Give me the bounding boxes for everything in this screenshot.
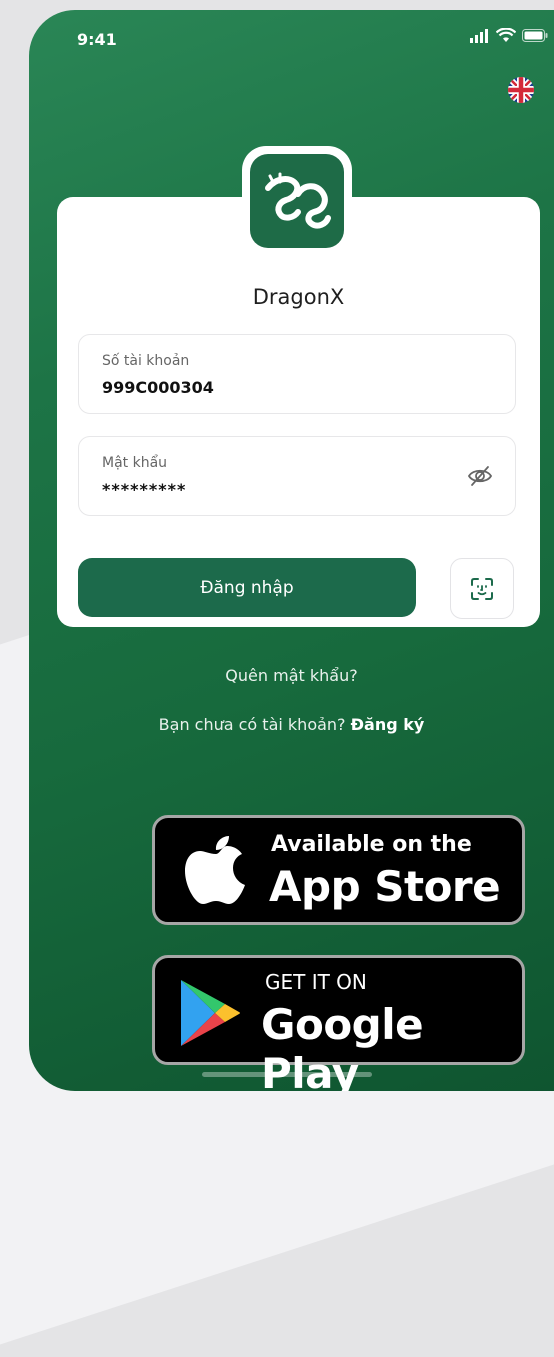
app-logo (242, 146, 352, 256)
eye-off-icon[interactable] (467, 463, 493, 489)
account-field[interactable]: Số tài khoản 999C000304 (78, 334, 516, 414)
apple-icon (185, 836, 245, 904)
status-bar: 9:41 (29, 10, 554, 70)
google-play-badge[interactable]: GET IT ON Google Play (152, 955, 525, 1091)
status-time: 9:41 (77, 30, 117, 49)
password-label: Mật khẩu (102, 455, 168, 471)
login-card: DragonX Số tài khoản 999C000304 Mật khẩu… (57, 197, 540, 627)
password-field[interactable]: Mật khẩu ********* (78, 436, 516, 516)
forgot-password-link[interactable]: Quên mật khẩu? (29, 666, 554, 685)
phone-screen: 9:41 DragonX Số tài khoản 999C000304 Mật… (29, 10, 554, 1091)
wifi-icon (496, 28, 516, 42)
home-indicator (202, 1072, 372, 1077)
language-flag-button[interactable] (508, 77, 534, 103)
appstore-big-text: App Store (269, 862, 501, 911)
login-button[interactable]: Đăng nhập (78, 558, 416, 617)
account-input[interactable]: 999C000304 (102, 378, 214, 397)
app-store-badge[interactable]: Available on the App Store (152, 815, 525, 925)
app-title: DragonX (252, 285, 345, 309)
register-link[interactable]: Đăng ký (351, 715, 425, 734)
googleplay-small-text: GET IT ON (265, 970, 367, 994)
dragon-logo-icon (265, 172, 331, 229)
account-label: Số tài khoản (102, 353, 190, 369)
uk-flag-icon (508, 77, 534, 103)
face-id-icon (471, 577, 493, 600)
password-input[interactable]: ********* (102, 480, 186, 499)
battery-icon (522, 29, 548, 42)
signal-icon (470, 28, 488, 43)
no-account-text: Bạn chưa có tài khoản? (158, 715, 346, 734)
face-id-button[interactable] (450, 558, 514, 619)
status-icons (470, 28, 548, 43)
google-play-icon (181, 980, 240, 1046)
appstore-small-text: Available on the (271, 832, 472, 857)
logo-tile (250, 154, 344, 248)
googleplay-big-text: Google Play (261, 1000, 424, 1091)
signup-prompt: Bạn chưa có tài khoản? Đăng ký (29, 715, 554, 734)
